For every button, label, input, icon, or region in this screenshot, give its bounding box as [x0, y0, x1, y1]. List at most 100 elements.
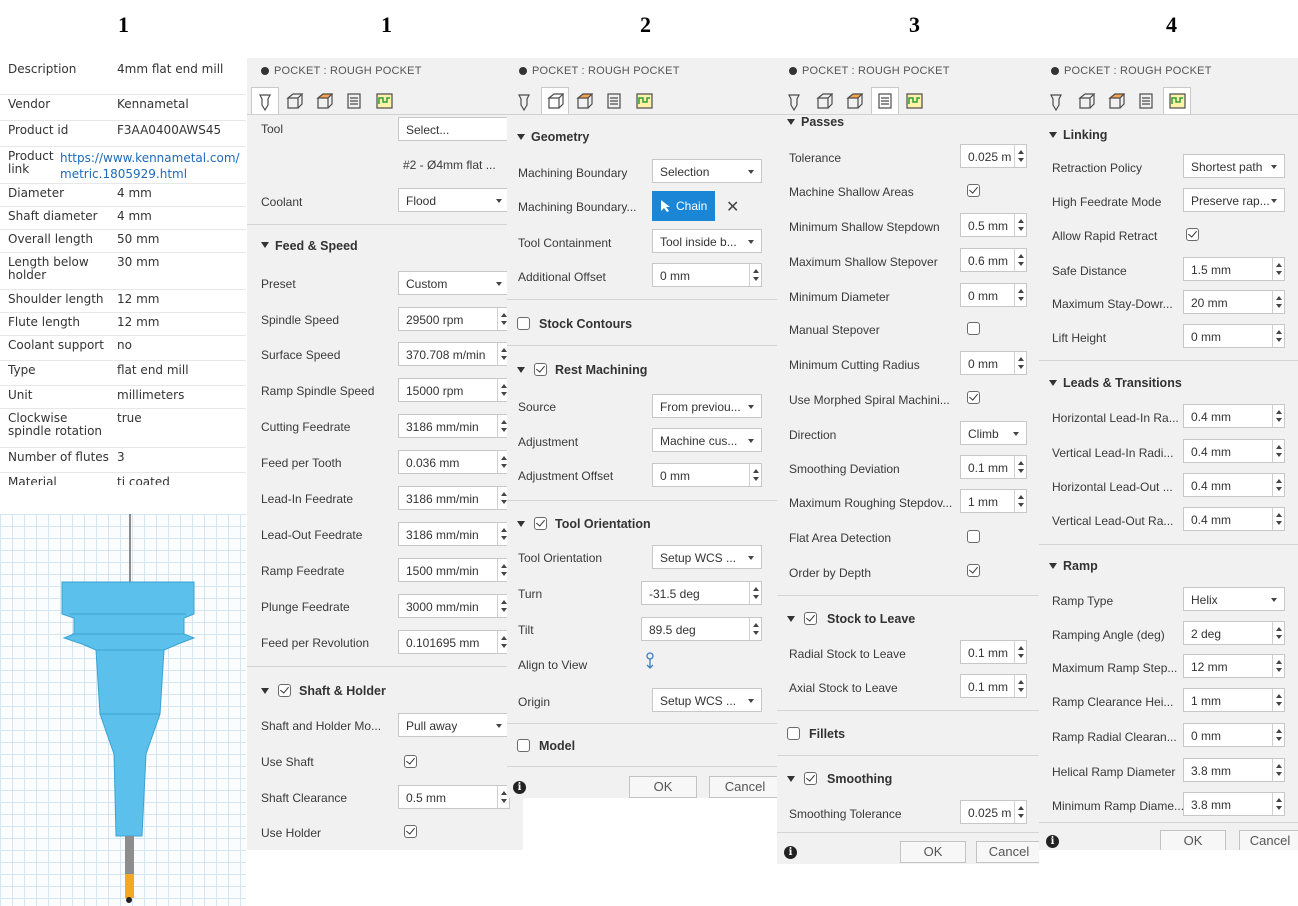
fillets-checkbox[interactable]: [787, 727, 800, 740]
radial-stock-input[interactable]: 0.1 mm: [960, 640, 1027, 664]
tab-heights[interactable]: [841, 88, 867, 114]
lead-in-feedrate-input[interactable]: 3186 mm/min: [398, 486, 510, 510]
tool-preview[interactable]: [0, 514, 246, 906]
rest-machining-checkbox[interactable]: [534, 363, 547, 376]
adjustment-dropdown[interactable]: Machine cus...: [652, 428, 762, 452]
collapse-icon[interactable]: [261, 242, 269, 248]
stepper-icon[interactable]: [1014, 801, 1026, 823]
tab-passes[interactable]: [871, 87, 899, 114]
ok-button[interactable]: OK: [1160, 830, 1226, 850]
collapse-icon[interactable]: [517, 367, 525, 373]
collapse-icon[interactable]: [517, 521, 525, 527]
vertical-lead-out-input[interactable]: 0.4 mm: [1183, 507, 1285, 531]
min-diameter-input[interactable]: 0 mm: [960, 283, 1027, 307]
ramp-spindle-speed-input[interactable]: 15000 rpm: [398, 378, 510, 402]
tilt-input[interactable]: 89.5 deg: [641, 617, 762, 641]
tool-containment-dropdown[interactable]: Tool inside b...: [652, 229, 762, 253]
min-shallow-stepdown-input[interactable]: 0.5 mm: [960, 213, 1027, 237]
tab-tool[interactable]: [1043, 88, 1069, 114]
cancel-button[interactable]: Cancel: [976, 841, 1039, 863]
stepper-icon[interactable]: [1272, 724, 1284, 746]
tab-geometry[interactable]: [281, 88, 307, 114]
collapse-icon[interactable]: [1049, 132, 1057, 138]
stepper-icon[interactable]: [1272, 440, 1284, 462]
info-icon[interactable]: i: [1046, 835, 1059, 848]
stepper-icon[interactable]: [749, 464, 761, 486]
tab-tool[interactable]: [781, 88, 807, 114]
stepper-icon[interactable]: [1014, 284, 1026, 306]
stepper-icon[interactable]: [1272, 474, 1284, 496]
manual-stepover-checkbox[interactable]: [967, 322, 980, 335]
shaft-clearance-input[interactable]: 0.5 mm: [398, 785, 510, 809]
morphed-spiral-checkbox[interactable]: [967, 391, 980, 404]
spindle-speed-input[interactable]: 29500 rpm: [398, 307, 510, 331]
tab-linking[interactable]: [901, 88, 927, 114]
high-feedrate-mode-dropdown[interactable]: Preserve rap...: [1183, 188, 1285, 212]
stepper-icon[interactable]: [1014, 456, 1026, 478]
stepper-icon[interactable]: [1014, 641, 1026, 663]
align-view-icon[interactable]: [643, 651, 657, 669]
ramp-clearance-height-input[interactable]: 1 mm: [1183, 688, 1285, 712]
tab-tool[interactable]: [251, 87, 279, 114]
smoothing-deviation-input[interactable]: 0.1 mm: [960, 455, 1027, 479]
max-shallow-stepover-input[interactable]: 0.6 mm: [960, 248, 1027, 272]
origin-dropdown[interactable]: Setup WCS ...: [652, 688, 762, 712]
ok-button[interactable]: OK: [900, 841, 966, 863]
tab-heights[interactable]: [1103, 88, 1129, 114]
stepper-icon[interactable]: [1014, 145, 1026, 167]
collapse-icon[interactable]: [1049, 563, 1057, 569]
info-icon[interactable]: i: [784, 846, 797, 859]
machining-boundary-dropdown[interactable]: Selection: [652, 159, 762, 183]
stepper-icon[interactable]: [1272, 759, 1284, 781]
stepper-icon[interactable]: [1272, 405, 1284, 427]
allow-rapid-retract-checkbox[interactable]: [1186, 228, 1199, 241]
collapse-icon[interactable]: [787, 119, 795, 125]
ramp-type-dropdown[interactable]: Helix: [1183, 587, 1285, 611]
collapse-icon[interactable]: [261, 688, 269, 694]
tab-linking[interactable]: [1163, 87, 1191, 114]
tab-tool[interactable]: [511, 88, 537, 114]
tab-linking[interactable]: [371, 88, 397, 114]
safe-distance-input[interactable]: 1.5 mm: [1183, 257, 1285, 281]
tool-select-button[interactable]: Select...: [398, 117, 510, 141]
ramping-angle-input[interactable]: 2 deg: [1183, 621, 1285, 645]
vertical-lead-in-input[interactable]: 0.4 mm: [1183, 439, 1285, 463]
clear-selection-icon[interactable]: ✕: [726, 197, 739, 217]
tab-heights[interactable]: [571, 88, 597, 114]
use-holder-checkbox[interactable]: [404, 825, 417, 838]
product-link[interactable]: https://www.kennametal.com/metric.180592…: [60, 151, 240, 181]
tab-geometry[interactable]: [811, 88, 837, 114]
stepper-icon[interactable]: [1272, 655, 1284, 677]
collapse-icon[interactable]: [1049, 380, 1057, 386]
min-ramp-diameter-input[interactable]: 3.8 mm: [1183, 792, 1285, 816]
tolerance-input[interactable]: 0.025 m: [960, 144, 1027, 168]
collapse-icon[interactable]: [787, 616, 795, 622]
order-by-depth-checkbox[interactable]: [967, 564, 980, 577]
stepper-icon[interactable]: [1014, 675, 1026, 697]
max-roughing-stepdown-input[interactable]: 1 mm: [960, 489, 1027, 513]
lift-height-input[interactable]: 0 mm: [1183, 324, 1285, 348]
direction-dropdown[interactable]: Climb: [960, 421, 1027, 445]
plunge-feedrate-input[interactable]: 3000 mm/min: [398, 594, 510, 618]
surface-speed-input[interactable]: 370.708 m/min: [398, 342, 510, 366]
turn-input[interactable]: -31.5 deg: [641, 581, 762, 605]
ramp-radial-clearance-input[interactable]: 0 mm: [1183, 723, 1285, 747]
stepper-icon[interactable]: [1014, 214, 1026, 236]
max-stay-down-input[interactable]: 20 mm: [1183, 290, 1285, 314]
stepper-icon[interactable]: [749, 618, 761, 640]
feed-per-revolution-input[interactable]: 0.101695 mm: [398, 630, 510, 654]
model-checkbox[interactable]: [517, 739, 530, 752]
shaft-holder-mode-dropdown[interactable]: Pull away: [398, 713, 510, 737]
max-ramp-stepdown-input[interactable]: 12 mm: [1183, 654, 1285, 678]
helical-ramp-diameter-input[interactable]: 3.8 mm: [1183, 758, 1285, 782]
cancel-button[interactable]: Cancel: [709, 776, 777, 798]
stepper-icon[interactable]: [1272, 291, 1284, 313]
tab-geometry[interactable]: [1073, 88, 1099, 114]
horizontal-lead-out-input[interactable]: 0.4 mm: [1183, 473, 1285, 497]
stepper-icon[interactable]: [1272, 689, 1284, 711]
min-cutting-radius-input[interactable]: 0 mm: [960, 351, 1027, 375]
tab-passes[interactable]: [341, 88, 367, 114]
retraction-policy-dropdown[interactable]: Shortest path: [1183, 154, 1285, 178]
smoothing-checkbox[interactable]: [804, 772, 817, 785]
ok-button[interactable]: OK: [629, 776, 697, 798]
